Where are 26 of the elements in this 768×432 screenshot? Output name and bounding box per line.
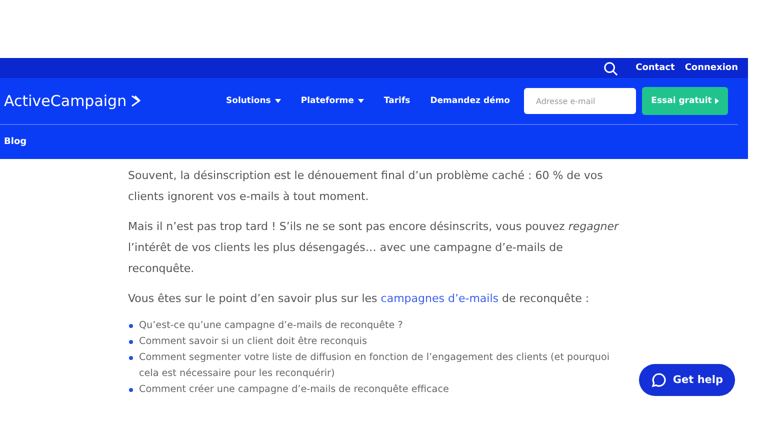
arrow-icon <box>714 98 719 104</box>
list-item[interactable]: Comment créer une campagne d’e-mails de reconquête efficace <box>139 382 628 398</box>
nav-item[interactable]: Solutions <box>226 96 281 106</box>
nav-item[interactable]: Tarifs <box>384 96 410 106</box>
bullet-icon <box>129 324 133 328</box>
list-item[interactable]: Comment segmenter votre liste de diffusion en fonction de l’engagement des clients (et pourquoi cela est nécessaire pour les reconquérir) <box>139 350 628 382</box>
list-item[interactable]: Qu’est-ce qu’une campagne d’e-mails de reconquête ? <box>139 318 628 334</box>
search-icon[interactable] <box>602 60 618 76</box>
bullet-icon <box>129 356 133 360</box>
bullet-icon <box>129 388 133 392</box>
logo[interactable]: ActiveCampaign <box>4 92 127 110</box>
bullet-icon <box>129 340 133 344</box>
list-item[interactable]: Comment savoir si un client doit être reconquis <box>139 334 628 350</box>
nav-item[interactable]: Demandez démo <box>430 96 510 106</box>
top-link[interactable]: Connexion <box>684 63 738 73</box>
paragraph: Mais il n’est pas trop tard ! S’ils ne se sont pas encore désinscrits, vous pouvez regagner l’intérêt de vos clients les plus désengagés… avec une campagne d’e-mails de reconquête. <box>128 219 620 277</box>
paragraph: Souvent, la désinscription est le dénouement final d’un problème caché : 60 % de vos clients ignorent vos e-mails à tout moment. <box>128 168 604 205</box>
top-link[interactable]: Contact <box>636 63 675 73</box>
article-link[interactable]: campagnes d’e-mails <box>380 292 498 305</box>
email-field[interactable]: Adresse e-mail <box>524 88 636 114</box>
paragraph: Vous êtes sur le point d’en savoir plus sur les campagnes d’e-mails de reconquête : <box>128 291 590 307</box>
chevron-icon <box>130 95 141 107</box>
blog-link[interactable]: Blog <box>4 137 27 147</box>
help-button[interactable]: Get help <box>639 364 735 396</box>
chat-icon <box>650 372 667 388</box>
nav-item[interactable]: Plateforme <box>300 96 364 106</box>
